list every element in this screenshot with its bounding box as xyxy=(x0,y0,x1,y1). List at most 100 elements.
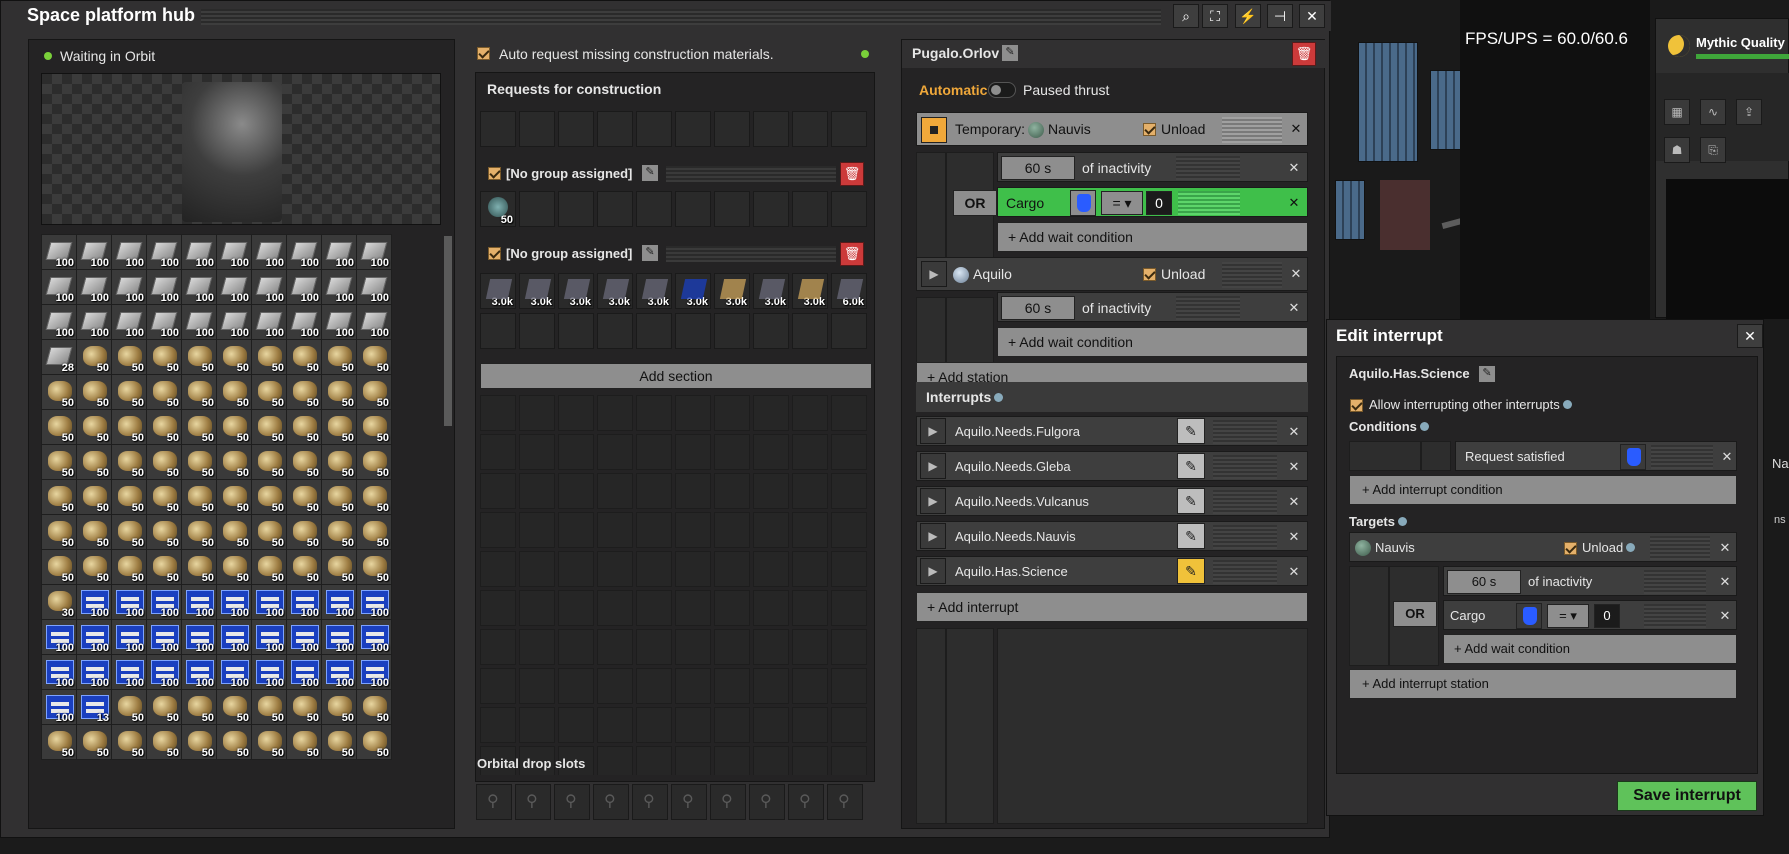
request-slot[interactable] xyxy=(558,191,594,227)
cargo-comparator-select[interactable]: = ▾ xyxy=(1101,191,1143,215)
inventory-slot[interactable]: 50 xyxy=(251,549,287,585)
inventory-slot[interactable]: 50 xyxy=(76,339,112,375)
request-slot[interactable] xyxy=(675,313,711,349)
inventory-slot[interactable]: 100 xyxy=(286,304,322,340)
stats-icon[interactable]: ∿ xyxy=(1700,99,1726,125)
orbital-drop-slot[interactable]: ⚲ xyxy=(671,784,707,820)
inventory-slot[interactable]: 100 xyxy=(76,584,112,620)
request-slot[interactable] xyxy=(792,191,828,227)
orbital-drop-slot[interactable]: ⚲ xyxy=(593,784,629,820)
section2-edit-icon[interactable]: ✎ xyxy=(642,245,658,261)
allow-interrupting-checkbox[interactable] xyxy=(1350,399,1363,412)
inventory-slot[interactable]: 50 xyxy=(146,479,182,515)
delete-schedule-icon[interactable]: 🗑 xyxy=(1292,42,1316,66)
inventory-slot[interactable]: 100 xyxy=(216,584,252,620)
or-button[interactable]: OR xyxy=(953,190,997,216)
interrupt-close-icon[interactable]: ✕ xyxy=(1285,527,1303,547)
inventory-slot[interactable]: 50 xyxy=(146,514,182,550)
target-inactivity-close-icon[interactable]: ✕ xyxy=(1716,572,1734,592)
target-nauvis-row[interactable]: Nauvis Unload ✕ xyxy=(1349,532,1737,562)
inventory-slot[interactable]: 50 xyxy=(251,444,287,480)
stop1-unload-checkbox[interactable] xyxy=(1143,123,1156,136)
inventory-slot[interactable]: 100 xyxy=(181,304,217,340)
inventory-slot[interactable]: 100 xyxy=(216,654,252,690)
inventory-slot[interactable]: 50 xyxy=(41,444,77,480)
rename-icon[interactable]: ✎ xyxy=(1002,45,1018,61)
request-slot[interactable] xyxy=(831,313,867,349)
request-slot[interactable] xyxy=(831,111,867,147)
inventory-slot[interactable]: 50 xyxy=(356,444,392,480)
inventory-slot[interactable]: 100 xyxy=(41,689,77,725)
inventory-slot[interactable]: 100 xyxy=(76,269,112,305)
inventory-slot[interactable]: 100 xyxy=(286,234,322,270)
request-slot[interactable] xyxy=(753,111,789,147)
inventory-slot[interactable]: 50 xyxy=(76,549,112,585)
inventory-slot[interactable]: 50 xyxy=(356,339,392,375)
wait-inactivity-row[interactable]: 60 s of inactivity ✕ xyxy=(997,152,1308,182)
inventory-slot[interactable]: 100 xyxy=(356,234,392,270)
inventory-slot[interactable]: 50 xyxy=(286,339,322,375)
stop2-add-wait-button[interactable]: + Add wait condition xyxy=(997,327,1308,357)
paused-thrust-toggle[interactable] xyxy=(988,82,1016,98)
inventory-slot[interactable]: 100 xyxy=(181,584,217,620)
inventory-slot[interactable]: 50 xyxy=(251,479,287,515)
target-cargo-value-field[interactable]: 0 xyxy=(1594,604,1620,628)
inventory-slot[interactable]: 50 xyxy=(76,479,112,515)
interrupt-row[interactable]: ▶ Aquilo.Needs.Nauvis ✎ ✕ xyxy=(916,521,1308,551)
orbital-drop-slot[interactable]: ⚲ xyxy=(710,784,746,820)
inventory-slot[interactable]: 50 xyxy=(321,724,357,760)
request-slot[interactable]: 6.0k xyxy=(831,273,867,309)
inventory-slot[interactable]: 100 xyxy=(321,584,357,620)
cargo-value-field[interactable]: 0 xyxy=(1146,191,1172,215)
inventory-slot[interactable]: 100 xyxy=(181,619,217,655)
inventory-slot[interactable]: 28 xyxy=(41,339,77,375)
inventory-slot[interactable]: 50 xyxy=(111,724,147,760)
inventory-slot[interactable]: 100 xyxy=(216,234,252,270)
inventory-slot[interactable]: 50 xyxy=(111,549,147,585)
inventory-slot[interactable]: 50 xyxy=(216,479,252,515)
inventory-slot[interactable]: 30 xyxy=(41,584,77,620)
request-slot[interactable] xyxy=(480,313,516,349)
stop2-unload-checkbox[interactable] xyxy=(1143,268,1156,281)
inventory-slot[interactable]: 50 xyxy=(76,409,112,445)
inventory-slot[interactable]: 50 xyxy=(251,339,287,375)
request-slot[interactable]: 3.0k xyxy=(675,273,711,309)
interrupt-rename-icon[interactable]: ✎ xyxy=(1479,366,1495,382)
inventory-slot[interactable]: 50 xyxy=(216,514,252,550)
inventory-slot[interactable]: 50 xyxy=(111,374,147,410)
stop2-play-icon[interactable]: ▶ xyxy=(921,261,947,287)
inventory-slot[interactable]: 50 xyxy=(111,409,147,445)
inventory-slot[interactable]: 50 xyxy=(321,444,357,480)
minimap[interactable] xyxy=(1666,179,1789,319)
inventory-slot[interactable]: 50 xyxy=(146,549,182,585)
inventory-slot[interactable]: 100 xyxy=(321,304,357,340)
close-icon[interactable]: ✕ xyxy=(1299,4,1325,28)
add-section-button[interactable]: Add section xyxy=(480,363,872,389)
condition-close-icon[interactable]: ✕ xyxy=(1718,447,1736,467)
request-slot[interactable] xyxy=(597,191,633,227)
inventory-slot[interactable]: 50 xyxy=(181,479,217,515)
inventory-slot[interactable]: 50 xyxy=(76,514,112,550)
interrupt-close-icon[interactable]: ✕ xyxy=(1285,422,1303,442)
stop2-inactivity-close-icon[interactable]: ✕ xyxy=(1285,298,1303,318)
target-close-icon[interactable]: ✕ xyxy=(1716,538,1734,558)
inventory-slot[interactable]: 100 xyxy=(111,619,147,655)
inventory-slot[interactable]: 100 xyxy=(286,269,322,305)
inventory-slot[interactable]: 100 xyxy=(216,304,252,340)
stop1-close-icon[interactable]: ✕ xyxy=(1287,119,1305,139)
request-slot[interactable] xyxy=(831,191,867,227)
inventory-slot[interactable]: 50 xyxy=(321,479,357,515)
add-interrupt-button[interactable]: + Add interrupt xyxy=(916,592,1308,622)
interrupt-play-icon[interactable]: ▶ xyxy=(920,453,946,479)
inventory-slot[interactable]: 100 xyxy=(146,584,182,620)
add-interrupt-station-button[interactable]: + Add interrupt station xyxy=(1349,669,1737,699)
edit-pencil-icon[interactable]: ✎ xyxy=(1177,558,1205,584)
inventory-slot[interactable]: 50 xyxy=(111,689,147,725)
inventory-slot[interactable]: 50 xyxy=(321,339,357,375)
stop2-seconds-field[interactable]: 60 s xyxy=(1001,296,1075,320)
orbital-drop-slot[interactable]: ⚲ xyxy=(788,784,824,820)
cargo-close-icon[interactable]: ✕ xyxy=(1285,193,1303,213)
orbital-drop-slot[interactable]: ⚲ xyxy=(476,784,512,820)
inventory-slot[interactable]: 100 xyxy=(76,234,112,270)
request-slot[interactable] xyxy=(597,313,633,349)
